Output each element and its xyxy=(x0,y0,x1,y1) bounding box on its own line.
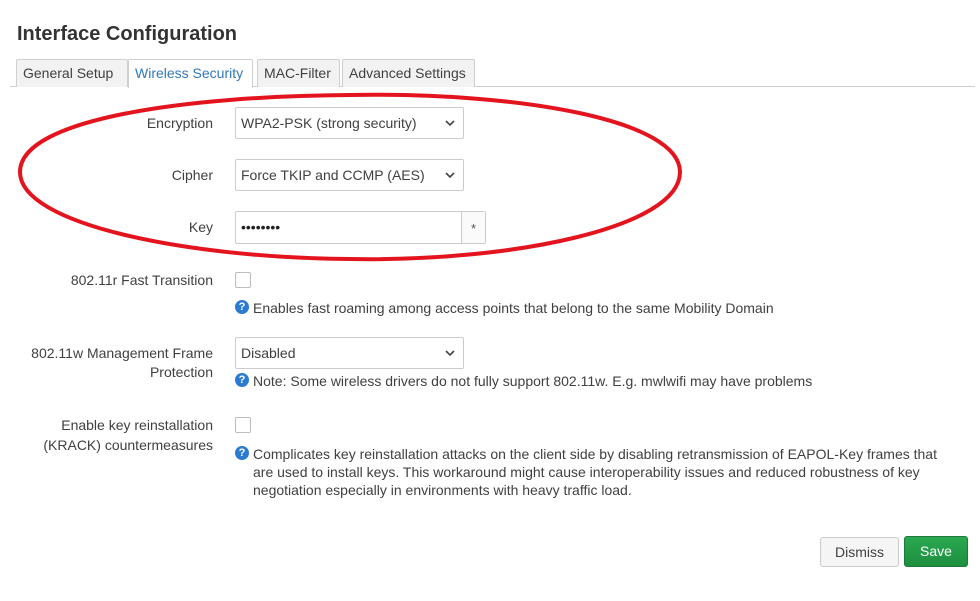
cipher-select[interactable]: Force TKIP and CCMP (AES) xyxy=(235,159,464,191)
krack-help-line3: negotiation especially in environments w… xyxy=(253,482,632,498)
krack-help-line2: are used to install keys. This workaroun… xyxy=(253,464,920,480)
dismiss-button[interactable]: Dismiss xyxy=(820,537,899,567)
question-circle-icon: ? xyxy=(235,373,249,387)
tab-advanced-settings[interactable]: Advanced Settings xyxy=(342,59,475,87)
key-field: •••••••• * xyxy=(235,211,486,244)
save-button[interactable]: Save xyxy=(904,536,968,567)
fast-transition-checkbox[interactable] xyxy=(235,272,251,288)
question-circle-icon: ? xyxy=(235,300,249,314)
fast-transition-help: ? Enables fast roaming among access poin… xyxy=(235,299,935,319)
fast-transition-label: 802.11r Fast Transition xyxy=(70,272,213,288)
krack-help-line1: Complicates key reinstallation attacks o… xyxy=(253,446,937,462)
krack-label-line1: Enable key reinstallation xyxy=(61,417,213,433)
krack-checkbox[interactable] xyxy=(235,417,251,433)
cipher-label: Cipher xyxy=(171,167,213,183)
encryption-select[interactable]: WPA2-PSK (strong security) xyxy=(235,107,464,139)
encryption-label: Encryption xyxy=(146,115,213,131)
key-label: Key xyxy=(188,219,213,235)
chevron-down-icon xyxy=(445,172,455,179)
key-input[interactable]: •••••••• xyxy=(236,212,462,243)
question-circle-icon: ? xyxy=(235,446,249,460)
tab-mac-filter[interactable]: MAC-Filter xyxy=(257,59,340,87)
mfp-help: ? Note: Some wireless drivers do not ful… xyxy=(235,372,935,392)
fast-transition-help-text: Enables fast roaming among access points… xyxy=(253,300,774,316)
krack-help: ? Complicates key reinstallation attacks… xyxy=(235,445,965,505)
chevron-down-icon xyxy=(445,350,455,357)
mfp-value: Disabled xyxy=(241,345,296,361)
cipher-value: Force TKIP and CCMP (AES) xyxy=(241,167,425,183)
krack-label-line2: (KRACK) countermeasures xyxy=(43,437,213,453)
tab-wireless-security[interactable]: Wireless Security xyxy=(128,59,253,88)
encryption-value: WPA2-PSK (strong security) xyxy=(241,115,417,131)
page-title: Interface Configuration xyxy=(17,23,238,45)
mfp-help-text: Note: Some wireless drivers do not fully… xyxy=(253,373,813,389)
reveal-password-button[interactable]: * xyxy=(461,212,485,243)
mfp-label-line2: Protection xyxy=(149,364,213,380)
tab-bar: General Setup Wireless Security MAC-Filt… xyxy=(10,59,975,88)
chevron-down-icon xyxy=(445,120,455,127)
tab-general-setup[interactable]: General Setup xyxy=(16,59,128,87)
interface-configuration-page: Interface Configuration General Setup Wi… xyxy=(0,0,980,601)
mfp-label-line1: 802.11w Management Frame xyxy=(31,345,213,361)
mfp-select[interactable]: Disabled xyxy=(235,337,464,369)
